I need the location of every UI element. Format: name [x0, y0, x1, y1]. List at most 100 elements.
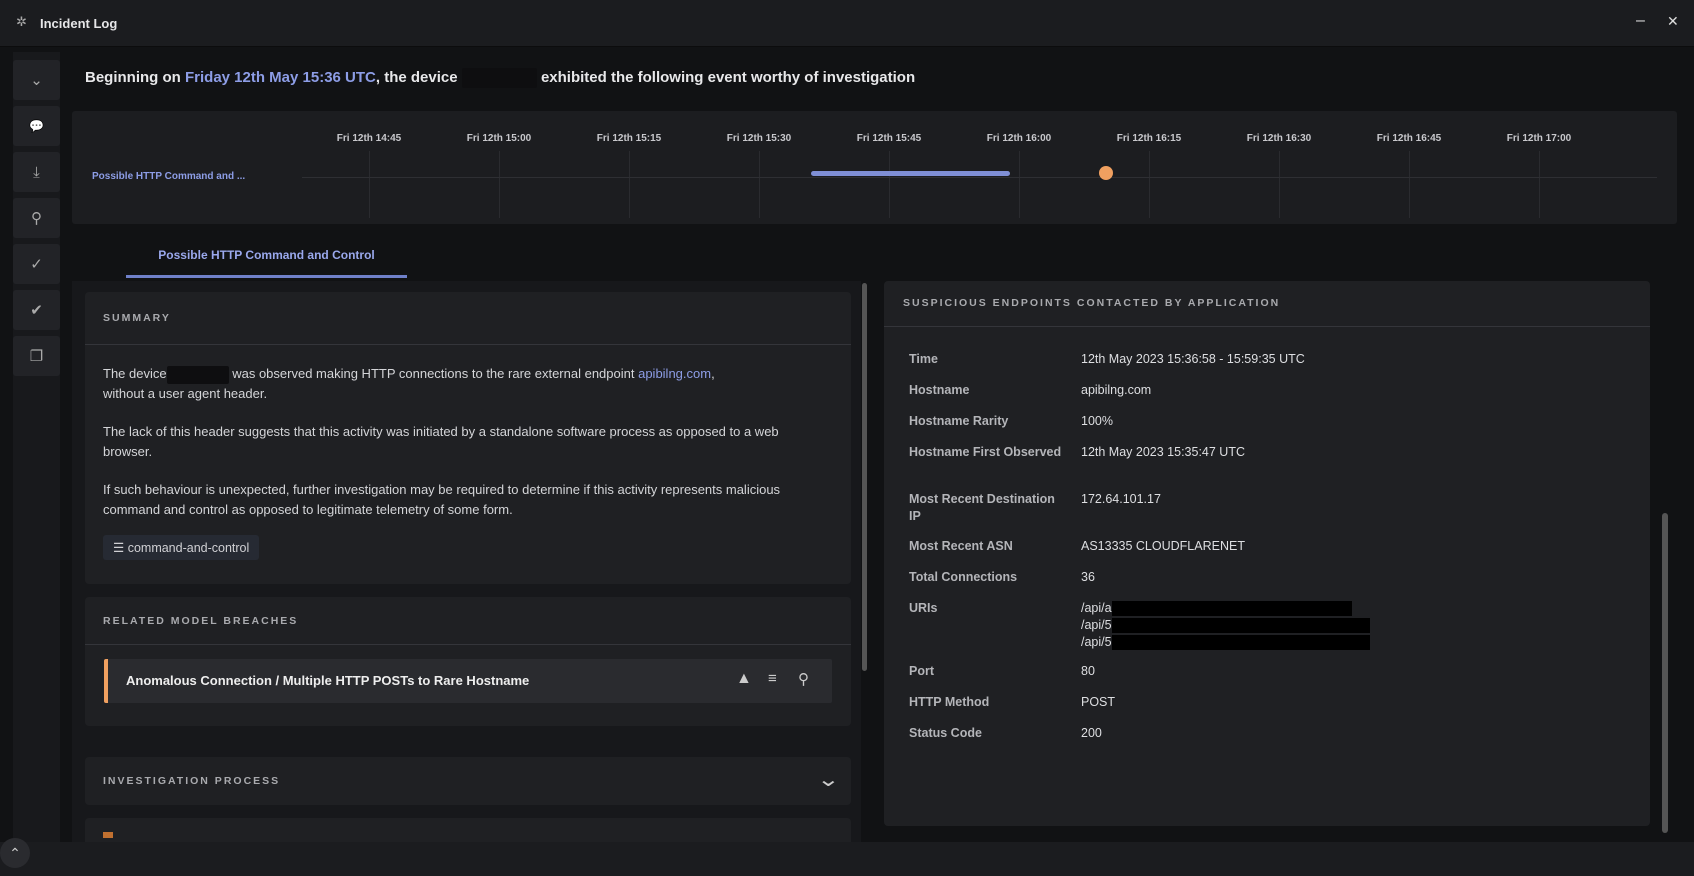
field-label: URIs: [909, 601, 938, 615]
breach-item[interactable]: Anomalous Connection / Multiple HTTP POS…: [104, 659, 832, 703]
list-icon[interactable]: ≡: [768, 670, 777, 687]
chevron-down-icon[interactable]: ⌄: [817, 767, 840, 792]
field-value: AS13335 CLOUDFLARENET: [1081, 539, 1245, 553]
expand-up-button[interactable]: ⌃: [0, 838, 30, 868]
timeline-gridline: [889, 151, 890, 218]
tag-label: command-and-control: [127, 541, 250, 555]
pin-button[interactable]: ⚲: [13, 198, 60, 238]
warning-icon[interactable]: ▲: [736, 670, 752, 688]
timeline-gridline: [1409, 151, 1410, 218]
investigation-process-card[interactable]: INVESTIGATION PROCESS ⌄: [85, 757, 851, 805]
summary-paragraph-1: The device was observed making HTTP conn…: [103, 364, 823, 403]
timeline-gridline: [1539, 151, 1540, 218]
event-timeline: Fri 12th 14:45 Fri 12th 15:00 Fri 12th 15:…: [72, 111, 1677, 224]
timeline-gridline: [1149, 151, 1150, 218]
divider: [85, 644, 851, 645]
field-label: Time: [909, 352, 938, 366]
uri-prefix: /api/5: [1081, 618, 1112, 632]
field-label: Hostname First Observed: [909, 445, 1062, 459]
minimize-button[interactable]: –: [1636, 12, 1645, 30]
field-value: POST: [1081, 695, 1116, 709]
field-value: 12th May 2023 15:36:58 - 15:59:35 UTC: [1081, 352, 1305, 366]
redacted-uri: [1111, 601, 1352, 617]
timeline-tick-label: Fri 12th 15:15: [596, 133, 662, 144]
headline-suffix: exhibited the following event worthy of …: [540, 68, 916, 86]
close-button[interactable]: ✕: [1667, 13, 1679, 30]
left-scrollbar[interactable]: [862, 283, 867, 671]
timeline-tick-label: Fri 12th 14:45: [336, 133, 402, 144]
suspicious-endpoints-card: SUSPICIOUS ENDPOINTS CONTACTED BY APPLIC…: [884, 281, 1650, 826]
comment-icon: 💬: [29, 119, 44, 133]
field-label: Hostname Rarity: [909, 414, 1009, 428]
summary-card: SUMMARY The device was observed making H…: [85, 292, 851, 584]
timeline-gridline: [369, 151, 370, 218]
timeline-gridline: [1019, 151, 1020, 218]
summary-text: The device: [103, 366, 167, 381]
timeline-tick-label: Fri 12th 16:00: [986, 133, 1052, 144]
copy-button[interactable]: ❐: [13, 336, 60, 376]
event-marker[interactable]: [1098, 166, 1113, 180]
summary-text: without a user agent header.: [103, 385, 268, 401]
chevron-up-icon: ⌃: [9, 845, 21, 861]
sidebar: ⌄ 💬 ⤓ ⚲ ✓ ✔ ❐: [13, 52, 60, 842]
comment-button[interactable]: 💬: [13, 106, 60, 146]
field-label: Hostname: [909, 383, 970, 397]
timeline-tick-label: Fri 12th 17:00: [1506, 133, 1572, 144]
field-label: Status Code: [909, 726, 982, 740]
list-icon: ☰: [113, 541, 125, 555]
summary-title: SUMMARY: [103, 312, 171, 324]
collapse-all-button[interactable]: ⌄: [13, 60, 60, 100]
investigation-title: INVESTIGATION PROCESS: [103, 775, 281, 787]
check-icon: ✓: [30, 256, 43, 273]
field-value: 12th May 2023 15:35:47 UTC: [1081, 445, 1245, 459]
app-logo-icon: ✲: [16, 14, 27, 29]
download-icon: ⤓: [33, 163, 40, 181]
timeline-axis: [302, 177, 1657, 178]
timeline-gridline: [629, 151, 630, 218]
severity-indicator: [103, 832, 113, 838]
breach-name: Anomalous Connection / Multiple HTTP POS…: [126, 673, 530, 688]
field-value: 80: [1081, 664, 1095, 678]
headline-date: Friday 12th May 15:36 UTC: [184, 68, 376, 86]
window-title: Incident Log: [40, 16, 118, 31]
timeline-tick-label: Fri 12th 15:00: [466, 133, 532, 144]
endpoints-title: SUSPICIOUS ENDPOINTS CONTACTED BY APPLIC…: [903, 297, 1281, 309]
hostname-link[interactable]: apibilng.com: [638, 366, 711, 381]
summary-text: was observed making HTTP connections to …: [232, 366, 639, 381]
field-label: Port: [909, 664, 934, 678]
field-label: HTTP Method: [909, 695, 990, 709]
pin-icon: ⚲: [31, 210, 42, 227]
acknowledge-button[interactable]: ✓: [13, 244, 60, 284]
divider: [884, 326, 1650, 327]
tab-possible-http-command-and-control[interactable]: Possible HTTP Command and Control: [126, 248, 407, 262]
summary-paragraph-2: The lack of this header suggests that th…: [103, 424, 779, 459]
summary-paragraph-3: If such behaviour is unexpected, further…: [103, 482, 781, 517]
timeline-tick-label: Fri 12th 15:45: [856, 133, 922, 144]
field-value: 36: [1081, 570, 1095, 584]
headline-middle: , the device: [375, 68, 462, 86]
field-label: Most Recent Destination IP: [909, 492, 1055, 523]
timeline-tick-label: Fri 12th 16:45: [1376, 133, 1442, 144]
timeline-row-label[interactable]: Possible HTTP Command and ...: [92, 171, 245, 182]
redacted-device: [461, 68, 537, 88]
divider: [85, 344, 851, 345]
field-label: Total Connections: [909, 570, 1018, 584]
mitre-tag[interactable]: ☰ command-and-control: [103, 535, 260, 560]
double-check-icon: ✔: [30, 302, 43, 319]
bottom-bar: ⌃: [0, 838, 1694, 876]
redacted-device: [166, 365, 229, 384]
uri-value: /api/5: [1081, 617, 1370, 634]
timeline-tick-label: Fri 12th 16:30: [1246, 133, 1312, 144]
download-button[interactable]: ⤓: [13, 152, 60, 192]
acknowledge-all-button[interactable]: ✔: [13, 290, 60, 330]
copy-icon: ❐: [29, 348, 44, 365]
timeline-gridline: [1279, 151, 1280, 218]
event-duration-bar[interactable]: [811, 171, 1011, 176]
field-value: 172.64.101.17: [1081, 492, 1161, 506]
active-tab-indicator: [126, 275, 407, 278]
redacted-uri: [1111, 618, 1370, 634]
search-icon[interactable]: ⚲: [798, 670, 809, 688]
uri-value: /api/a: [1081, 600, 1352, 617]
right-scrollbar[interactable]: [1662, 513, 1668, 833]
uri-value: /api/5: [1081, 634, 1370, 651]
